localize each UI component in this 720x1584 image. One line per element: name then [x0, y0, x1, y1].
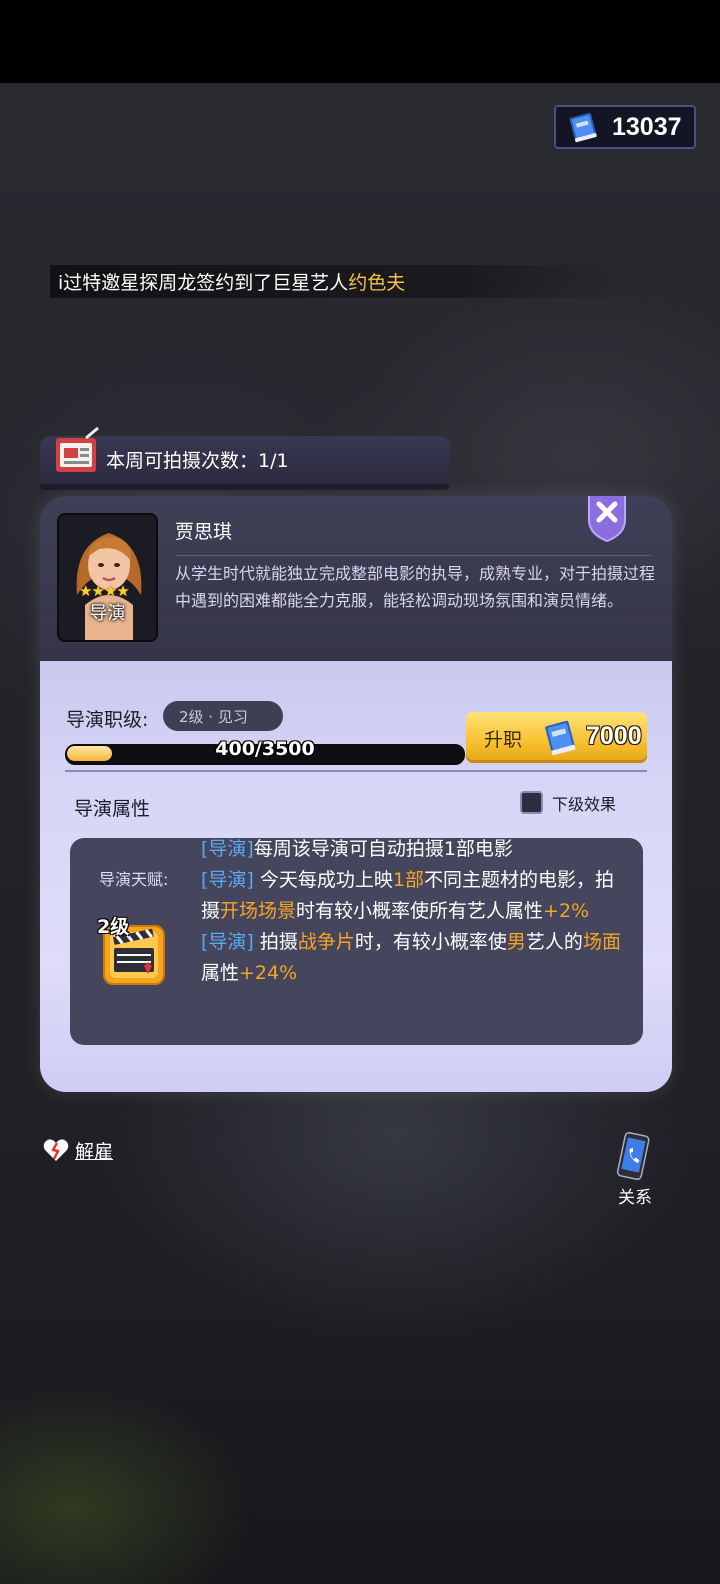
close-icon[interactable]: [586, 496, 628, 542]
promote-button[interactable]: 升职 7000: [466, 712, 647, 763]
rank-badge: 2级 · 见习: [163, 701, 283, 731]
fire-label: 解雇: [75, 1141, 114, 1163]
talent-label: 导演天赋:: [99, 870, 169, 889]
director-details: 导演职级: 2级 · 见习 400/3500 升职 7000 导演属性 下级效果…: [40, 661, 672, 1092]
promote-label: 升职: [484, 729, 523, 751]
talent-panel[interactable]: 导演天赋: 2级 [导演]每周该导演可自动拍摄1部电影 [导演] 今天每成功上映…: [70, 838, 643, 1045]
lower-effect-label[interactable]: 下级效果: [552, 791, 616, 815]
top-black-bar: [0, 0, 720, 83]
currency-display: 13037: [554, 105, 696, 149]
header-separator: [175, 555, 651, 556]
relation-label: 关系: [618, 1188, 652, 1208]
film-clapper-icon: [56, 426, 99, 472]
director-header: ★★★★ 导演 贾思琪 从学生时代就能独立完成整部电影的执导，成熟专业，对于拍摄…: [40, 496, 672, 661]
rank-level: 2级 · 见习: [179, 708, 248, 726]
talent-entry-1: [导演] 今天每成功上映1部不同主题材的电影，拍摄开场场景时有较小概率使所有艺人…: [201, 869, 614, 922]
xp-progress-text: 400/3500: [215, 738, 315, 760]
book-icon: [569, 113, 597, 143]
broken-heart-icon: [43, 1139, 69, 1161]
talent-entry-cut: [导演]每周该导演可自动拍摄1部电影: [201, 838, 513, 860]
rank-label: 导演职级:: [66, 709, 149, 731]
talent-level: 2级: [97, 916, 130, 938]
director-portrait[interactable]: ★★★★ 导演: [57, 513, 158, 642]
director-stars: ★★★★: [79, 582, 130, 600]
details-divider: [65, 770, 647, 772]
phone-icon: [616, 1132, 650, 1181]
shoot-count-bar: 本周可拍摄次数：1/1: [40, 426, 450, 484]
shoot-count-text: 本周可拍摄次数：1/1: [106, 450, 289, 472]
director-description: 从学生时代就能独立完成整部电影的执导，成熟专业，对于拍摄过程中遇到的困难都能全力…: [175, 564, 656, 610]
news-ticker: i过特邀星探周龙签约到了巨星艺人约色夫: [50, 265, 630, 298]
director-name: 贾思琪: [175, 521, 233, 543]
book-icon: [545, 720, 576, 756]
director-card: ★★★★ 导演 贾思琪 从学生时代就能独立完成整部电影的执导，成熟专业，对于拍摄…: [40, 496, 672, 1092]
lower-effect-checkbox[interactable]: [520, 791, 543, 814]
ticker-text: i过特邀星探周龙签约到了巨星艺人约色夫: [58, 272, 406, 294]
promote-cost: 7000: [586, 722, 642, 750]
talent-description: [导演]每周该导演可自动拍摄1部电影 [导演] 今天每成功上映1部不同主题材的电…: [201, 838, 621, 989]
xp-progress-bar: 400/3500: [65, 738, 465, 765]
director-role: 导演: [89, 603, 126, 624]
ticker-highlight: 约色夫: [348, 272, 406, 294]
talent-entry-2: [导演] 拍摄战争片时，有较小概率使男艺人的场面属性+24%: [201, 931, 621, 984]
currency-value: 13037: [612, 113, 682, 141]
relation-button[interactable]: 关系: [610, 1132, 660, 1212]
attributes-title: 导演属性: [74, 798, 151, 820]
